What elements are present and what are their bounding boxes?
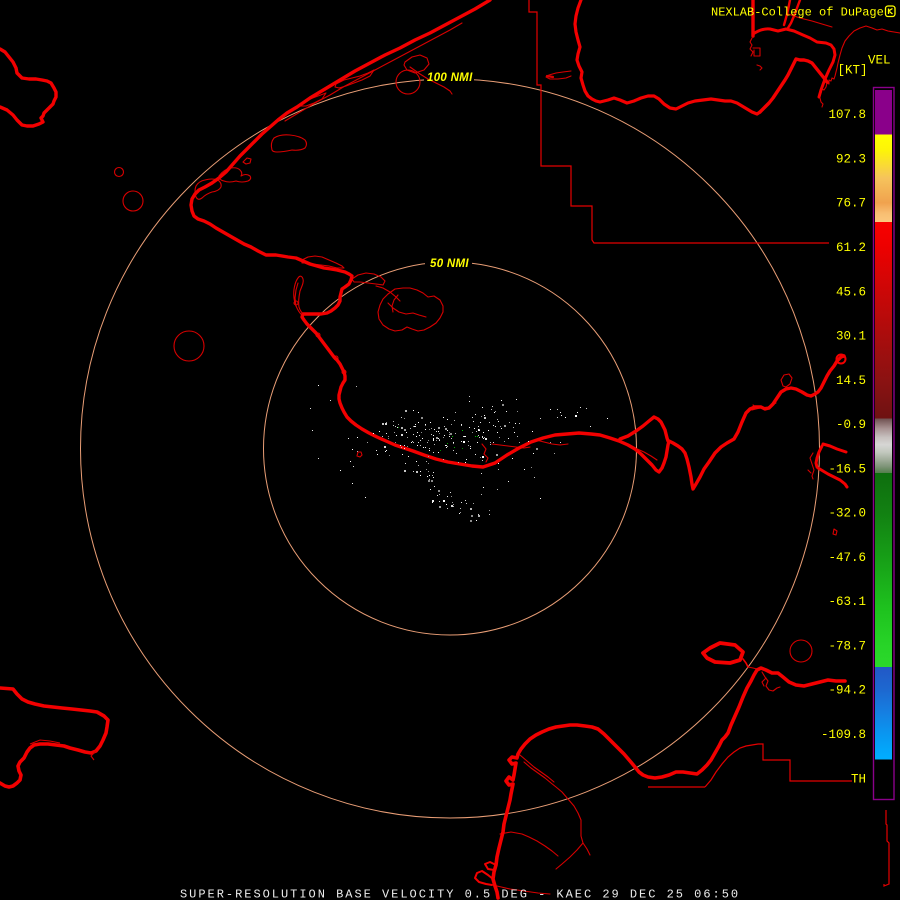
svg-text:-0.9: -0.9 xyxy=(836,418,866,432)
svg-text:TH: TH xyxy=(851,772,866,786)
svg-text:92.3: 92.3 xyxy=(836,153,866,167)
svg-text:-16.5: -16.5 xyxy=(828,462,866,476)
svg-text:-47.6: -47.6 xyxy=(828,551,866,565)
svg-text:NEXLAB-College of DuPage: NEXLAB-College of DuPage xyxy=(711,6,884,20)
svg-text:61.2: 61.2 xyxy=(836,241,866,255)
svg-text:VEL: VEL xyxy=(868,54,891,68)
svg-text:-63.1: -63.1 xyxy=(828,595,866,609)
svg-text:-32.0: -32.0 xyxy=(828,507,866,521)
svg-text:50 NMI: 50 NMI xyxy=(430,258,469,270)
svg-text:-78.7: -78.7 xyxy=(828,639,866,653)
svg-text:107.8: 107.8 xyxy=(828,108,866,122)
svg-text:-109.8: -109.8 xyxy=(821,728,866,742)
svg-text:76.7: 76.7 xyxy=(836,197,866,211)
svg-text:30.1: 30.1 xyxy=(836,330,866,344)
svg-text:45.6: 45.6 xyxy=(836,285,866,299)
svg-text:14.5: 14.5 xyxy=(836,374,866,388)
svg-text:100 NMI: 100 NMI xyxy=(427,72,473,84)
svg-text:SUPER-RESOLUTION BASE VELOCITY: SUPER-RESOLUTION BASE VELOCITY 0.5 DEG -… xyxy=(180,887,740,900)
svg-text:[KT]: [KT] xyxy=(838,64,868,78)
svg-text:-94.2: -94.2 xyxy=(828,684,866,698)
